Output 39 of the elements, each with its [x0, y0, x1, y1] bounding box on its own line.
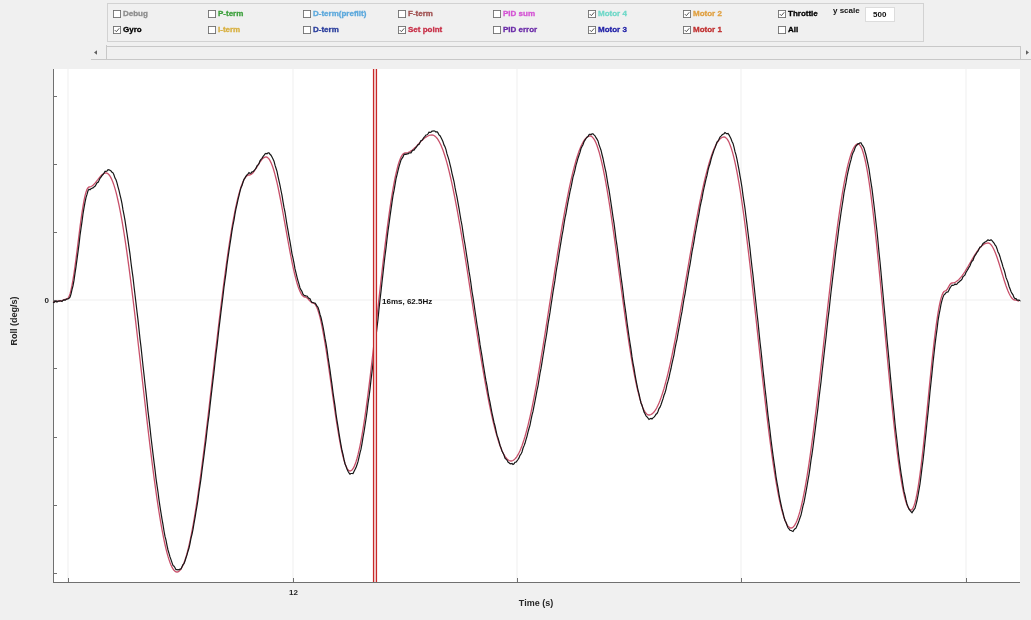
- cursor-readout: 16ms, 62.5Hz: [382, 297, 433, 306]
- checkbox[interactable]: [493, 10, 501, 18]
- checkbox[interactable]: [113, 10, 121, 18]
- y-axis-title: Roll (deg/s): [9, 296, 19, 346]
- checkbox-label[interactable]: D-term: [313, 25, 339, 35]
- checkbox-label[interactable]: Gyro: [123, 25, 142, 35]
- y-scale-field[interactable]: 500: [864, 7, 895, 22]
- checkbox-label[interactable]: Motor 1: [693, 25, 722, 35]
- right-arrow-icon: [1026, 49, 1029, 55]
- checkbox-label[interactable]: PID sum: [503, 9, 535, 19]
- checkbox-label[interactable]: Motor 3: [598, 25, 627, 35]
- checkbox-label[interactable]: PID error: [503, 25, 538, 35]
- checkbox[interactable]: [778, 26, 786, 34]
- checkbox-label[interactable]: Debug: [123, 9, 148, 19]
- checkbox[interactable]: [208, 10, 216, 18]
- checkbox[interactable]: [588, 26, 596, 34]
- checkbox-label[interactable]: F-term: [408, 9, 433, 19]
- checkbox[interactable]: [683, 10, 691, 18]
- checkbox[interactable]: [398, 26, 406, 34]
- checkbox-label[interactable]: P-term: [218, 9, 244, 19]
- checkbox[interactable]: [683, 26, 691, 34]
- scrollbar-thumb[interactable]: [107, 46, 1021, 59]
- y-tick-label: 0: [44, 296, 49, 305]
- x-tick-label: 12: [289, 588, 298, 597]
- checkbox[interactable]: [493, 26, 501, 34]
- checkbox-label[interactable]: All: [788, 25, 799, 35]
- checkbox[interactable]: [303, 26, 311, 34]
- left-arrow-icon: [94, 49, 97, 55]
- checkbox[interactable]: [398, 10, 406, 18]
- checkbox-label[interactable]: Throttle: [788, 9, 818, 19]
- checkbox[interactable]: [208, 26, 216, 34]
- checkbox-label[interactable]: Set point: [408, 25, 443, 35]
- x-axis-title: Time (s): [518, 598, 554, 608]
- y-scale-label: y scale: [833, 6, 860, 16]
- checkbox[interactable]: [113, 26, 121, 34]
- checkbox[interactable]: [588, 10, 596, 18]
- checkbox[interactable]: [778, 10, 786, 18]
- horizontal-scrollbar[interactable]: [91, 45, 1031, 60]
- checkbox[interactable]: [303, 10, 311, 18]
